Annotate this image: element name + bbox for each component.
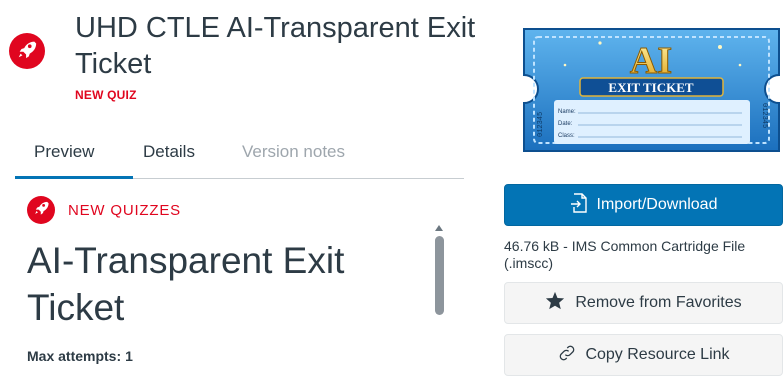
file-info: 46.76 kB - IMS Common Cartridge File (.i… [504, 238, 746, 271]
ticket-banner-text: EXIT TICKET [608, 80, 693, 95]
import-download-label: Import/Download [596, 196, 718, 213]
active-tab-indicator [15, 176, 133, 179]
rocket-icon [16, 38, 38, 65]
ticket-field-date: Date: [558, 121, 573, 127]
exit-ticket-thumbnail: Name: Date: Class: AI EXIT TICKET 012345… [523, 28, 780, 152]
tab-bar: Preview Details Version notes [15, 134, 464, 179]
ticket-serial-left: 012345 [537, 112, 545, 137]
link-icon [557, 343, 577, 368]
quiz-preview-pane: NEW QUIZZES AI-Transparent Exit Ticket M… [15, 187, 455, 377]
copy-resource-link-label: Copy Resource Link [585, 346, 730, 363]
preview-scrollbar-thumb[interactable] [435, 236, 444, 315]
import-icon [570, 192, 588, 218]
rocket-icon [33, 199, 50, 221]
page-title: UHD CTLE AI-Transparent Exit Ticket [75, 12, 476, 80]
max-attempts-value: 1 [125, 348, 133, 364]
ticket-serial-right: 012345 [760, 103, 768, 128]
ticket-field-name: Name: [558, 109, 576, 115]
scroll-up-arrow[interactable] [435, 225, 443, 231]
max-attempts-label: Max attempts: [27, 348, 122, 364]
remove-favorite-label: Remove from Favorites [575, 294, 742, 311]
tab-details[interactable]: Details [143, 142, 195, 162]
star-icon [545, 291, 565, 315]
ticket-field-class: Class: [558, 133, 575, 139]
preview-type-label: NEW QUIZZES [68, 202, 181, 219]
tab-preview[interactable]: Preview [34, 142, 94, 162]
quiz-type-badge [9, 33, 45, 69]
max-attempts: Max attempts: 1 [27, 348, 133, 364]
import-download-button[interactable]: Import/Download [504, 184, 783, 226]
preview-quiz-title: AI-Transparent Exit Ticket [27, 240, 345, 328]
ticket-logo-text: AI [630, 40, 672, 82]
preview-type-badge [27, 196, 55, 224]
remove-favorite-button[interactable]: Remove from Favorites [504, 282, 783, 324]
tab-version-notes: Version notes [242, 142, 346, 161]
quiz-type-label: NEW QUIZ [75, 88, 137, 102]
copy-resource-link-button[interactable]: Copy Resource Link [504, 334, 783, 376]
